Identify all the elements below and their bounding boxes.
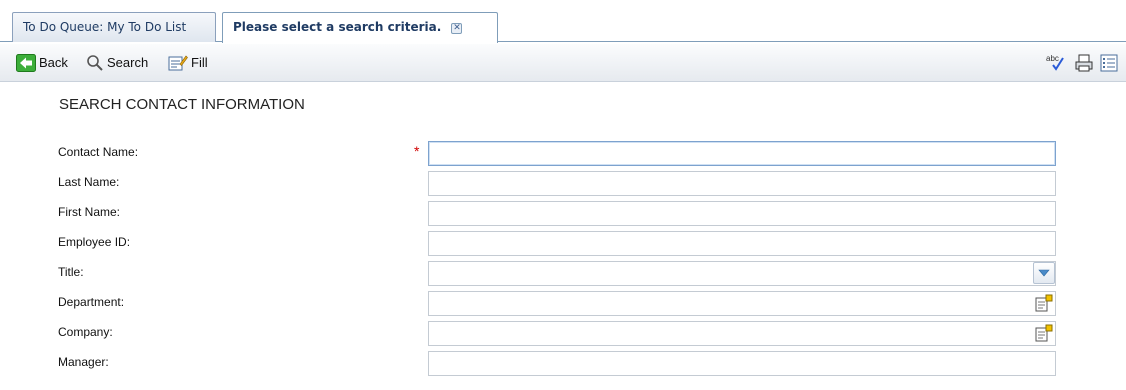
magnifier-icon [87,55,103,71]
fill-label: Fill [191,55,208,70]
toolbar-right-tools: abc [1046,53,1118,76]
print-icon[interactable] [1074,53,1094,76]
tab-bar: To Do Queue: My To Do List Please select… [0,0,1126,43]
back-button[interactable]: Back [16,54,68,72]
contact-name-input[interactable] [428,141,1056,166]
search-label: Search [107,55,149,70]
chevron-down-icon [1038,269,1050,277]
tab-label: To Do Queue: My To Do List [23,20,187,34]
title-label: Title: [58,265,84,279]
employee-id-label: Employee ID: [58,235,131,249]
first-name-label: First Name: [58,205,121,219]
company-lookup-button[interactable] [1033,322,1055,344]
employee-id-input[interactable] [428,231,1056,256]
tab-label: Please select a search criteria. [233,20,442,34]
company-label: Company: [58,325,113,339]
required-marker: * [414,143,420,159]
first-name-input[interactable] [428,201,1056,226]
svg-text:abc: abc [1046,54,1059,63]
search-button[interactable]: Search [86,54,148,72]
title-select[interactable] [428,261,1056,286]
back-arrow-icon [16,54,36,72]
department-lookup-button[interactable] [1033,292,1055,314]
last-name-label: Last Name: [58,175,120,189]
lookup-icon [1035,294,1053,312]
section-title: SEARCH CONTACT INFORMATION [59,96,305,113]
company-input[interactable] [428,321,1056,346]
tab-to-do-queue[interactable]: To Do Queue: My To Do List [12,12,216,42]
manager-input[interactable] [428,351,1056,376]
close-icon[interactable]: ✕ [451,23,463,34]
contact-name-label: Contact Name: [58,145,139,159]
tab-search-criteria[interactable]: Please select a search criteria. ✕ [222,12,498,43]
title-dropdown-button[interactable] [1033,262,1055,284]
list-view-icon[interactable] [1100,53,1118,76]
manager-label: Manager: [58,355,109,369]
toolbar: Back Search Fill abc [0,44,1126,82]
lookup-icon [1035,324,1053,342]
department-label: Department: [58,295,125,309]
department-input[interactable] [428,291,1056,316]
spellcheck-icon[interactable]: abc [1046,53,1068,76]
fill-form-icon [168,55,188,71]
fill-button[interactable]: Fill [168,54,208,72]
last-name-input[interactable] [428,171,1056,196]
back-label: Back [39,55,68,70]
